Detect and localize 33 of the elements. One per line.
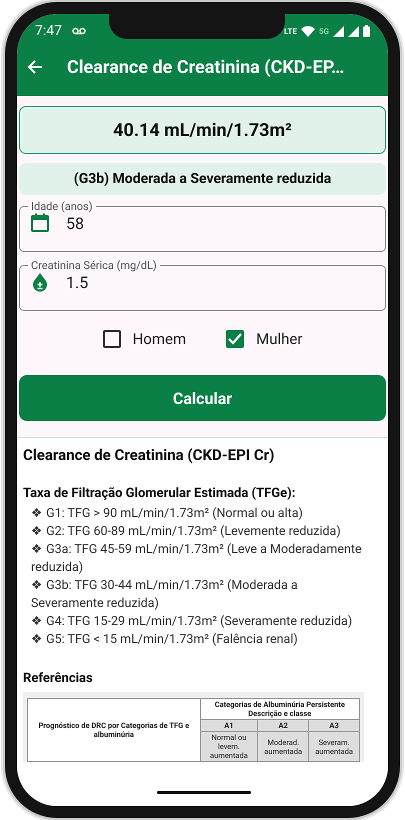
battery-icon [363, 25, 370, 37]
checkbox[interactable] [226, 330, 244, 348]
list-item: ❖ G3a: TFG 45-59 mL/min/1.73m² (Leve a Moderadamente reduzida) [31, 541, 363, 577]
input-field[interactable]: Idade (anos) 58 [19, 200, 386, 252]
field-label: Idade (anos) [30, 200, 94, 213]
result-card: 40.14 mL/min/1.73m² [19, 106, 386, 154]
input-field[interactable]: Creatinina Sérica (mg/dL) 1.5 [19, 259, 386, 311]
signal-icon [333, 26, 344, 36]
option-label: Homem [132, 330, 186, 348]
calculate-button[interactable]: Calcular [19, 375, 386, 421]
back-arrow-icon [27, 60, 43, 74]
drop-icon [30, 272, 50, 292]
list-item: ❖ G2: TFG 60-89 mL/min/1.73m² (Levemente reduzida) [31, 523, 342, 541]
signal-icon [348, 26, 359, 36]
network-label: 5G [318, 26, 329, 36]
section-title: Referências [23, 671, 94, 686]
list-item: ❖ G5: TFG < 15 mL/min/1.73m² (Falência renal) [31, 631, 299, 649]
wifi-icon [300, 26, 315, 36]
classification-card: (G3b) Moderada a Severamente reduzida [19, 163, 386, 195]
check-icon [228, 333, 242, 345]
screen-title: Clearance de Creatinina (CKD-EP… [67, 56, 344, 78]
calendar-icon [30, 213, 50, 233]
network-label: LTE [284, 26, 297, 36]
field-label: Creatinina Sérica (mg/dL) [30, 259, 158, 272]
option-label: Mulher [256, 330, 302, 348]
section-title: Clearance de Creatinina (CKD-EPI Cr) [23, 446, 276, 464]
list-item: ❖ G3b: TFG 30-44 mL/min/1.73m² (Moderada a Severamente reduzida) [31, 577, 299, 613]
voicemail-icon [72, 27, 86, 35]
list-item: ❖ G4: TFG 15-29 mL/min/1.73m² (Severamente reduzida) [31, 613, 354, 631]
list-item: ❖ G1: TFG > 90 mL/min/1.73m² (Normal ou alta) [31, 505, 304, 523]
status-time: 7:47 [35, 23, 62, 39]
checkbox[interactable] [102, 330, 121, 348]
section-subtitle: Taxa de Filtração Glomerular Estimada (TFGe): [23, 486, 296, 501]
